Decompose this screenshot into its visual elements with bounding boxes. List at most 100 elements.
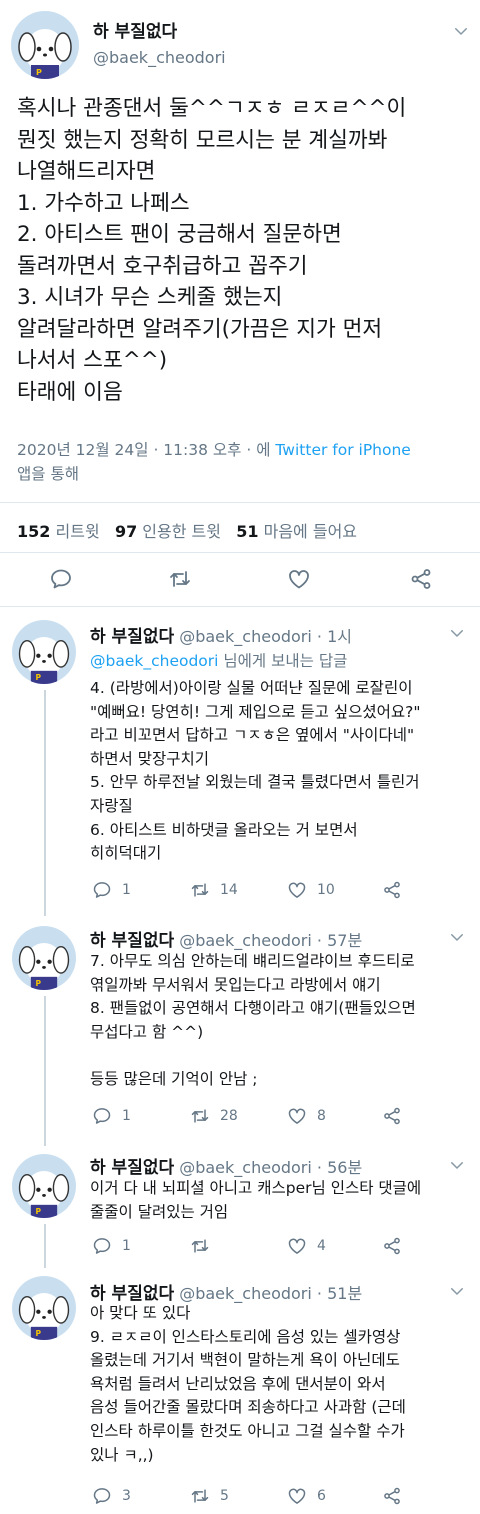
chevron-down-icon[interactable] — [448, 624, 466, 642]
svg-text:P: P — [36, 979, 42, 988]
share-button[interactable] — [382, 1236, 402, 1256]
reply-button[interactable] — [49, 567, 73, 591]
reply-text: 아 맞다 또 있다 9. ㄹㅈㄹ이 인스타스토리에 음성 있는 셀카영상 올렸는… — [90, 1302, 478, 1467]
reply-line: 9. ㄹㅈㄹ이 인스타스토리에 음성 있는 셀카영상 — [90, 1327, 401, 1346]
divider — [0, 502, 480, 503]
reply-header: 하 부질없다 @baek_cheodori · 1시 — [90, 622, 352, 647]
display-name[interactable]: 하 부질없다 — [93, 17, 177, 42]
share-button[interactable] — [382, 880, 402, 900]
via-suffix: 앱을 통해 — [17, 465, 79, 483]
heart-icon — [288, 882, 306, 898]
share-button[interactable] — [382, 1486, 402, 1506]
retweet-button[interactable] — [168, 567, 192, 591]
like-button[interactable]: 8 — [287, 1106, 326, 1126]
svg-text:P: P — [36, 1329, 42, 1338]
reply-line: 아 맞다 또 있다 — [90, 1304, 191, 1322]
reply-line: 이거 다 내 뇌피셜 아니고 캐스per님 인스타 댓글에 — [90, 1179, 422, 1197]
quotes-stat[interactable]: 97 인용한 트윗 — [115, 522, 221, 541]
retweets-stat[interactable]: 152 리트윗 — [17, 522, 100, 541]
retweet-button[interactable] — [190, 1236, 220, 1256]
reply-count: 1 — [122, 1108, 131, 1124]
tweet-line: 나서서 스포^^) — [17, 348, 168, 373]
reply-button[interactable]: 3 — [92, 1486, 131, 1506]
handle-time[interactable]: @baek_cheodori · 51분 — [179, 1284, 362, 1303]
display-name[interactable]: 하 부질없다 — [90, 627, 174, 647]
speech-bubble-icon — [93, 1238, 111, 1254]
reply-count: 3 — [122, 1488, 131, 1504]
share-icon — [411, 569, 431, 589]
reply-line: 욕처럼 들려서 난리났었음 후에 댄서분이 와서 — [90, 1374, 386, 1393]
avatar[interactable]: P — [12, 926, 76, 990]
handle[interactable]: @baek_cheodori — [93, 48, 226, 67]
like-button[interactable]: 4 — [287, 1236, 326, 1256]
reply-line: 히히덕대기 — [90, 844, 162, 863]
display-name[interactable]: 하 부질없다 — [90, 931, 174, 951]
likes-stat[interactable]: 51 마음에 들어요 — [236, 522, 357, 541]
handle-time[interactable]: @baek_cheodori · 1시 — [179, 627, 352, 646]
reply-line: 7. 아무도 의심 안하는데 뱨리드얼랴이브 후드티로 — [90, 952, 415, 970]
share-button[interactable] — [382, 1106, 402, 1126]
tweet-timestamp: 2020년 12월 24일 · 11:38 오후 · 에 Twitter for… — [17, 438, 467, 486]
via-link[interactable]: Twitter for iPhone — [275, 441, 410, 459]
reply-line: 올렸는데 거기서 백현이 말하는게 욕이 아닌데도 — [90, 1351, 400, 1370]
reply-line: 엮일까봐 무서워서 못입는다고 라방에서 얘기 — [90, 975, 381, 994]
retweet-count: 28 — [220, 1108, 238, 1124]
share-button[interactable] — [409, 567, 433, 591]
heart-icon — [288, 1108, 306, 1124]
reply-line: "예뻐요! 당연히! 그게 제입으로 듣고 싶으셨어요?" — [90, 702, 421, 721]
reply-line: 등등 많은데 기억이 안남 ; — [90, 1069, 258, 1088]
reply-button[interactable]: 1 — [92, 1236, 131, 1256]
reply-line: 인스타 하루이틀 한것도 아니고 그걸 실수할 수가 — [90, 1421, 405, 1440]
tweet-line: 알려달라하면 알려주기(가끔은 지가 먼저 — [17, 316, 383, 342]
retweet-button[interactable]: 14 — [190, 880, 238, 900]
chevron-down-icon[interactable] — [452, 22, 470, 40]
reply-count: 1 — [122, 1238, 131, 1254]
display-name[interactable]: 하 부질없다 — [90, 1284, 174, 1304]
heart-icon — [288, 1238, 306, 1254]
retweet-button[interactable]: 5 — [190, 1486, 229, 1506]
reply-button[interactable]: 1 — [92, 880, 131, 900]
svg-text:P: P — [36, 68, 42, 77]
speech-bubble-icon — [93, 1488, 111, 1504]
handle-time[interactable]: @baek_cheodori · 56분 — [179, 1158, 362, 1177]
like-button[interactable] — [287, 567, 311, 591]
tweet-line: 혹시나 관종댄서 둘^^ㄱㅈㅎ ㄹㅈㄹ^^이 — [17, 96, 407, 121]
avatar[interactable]: P — [12, 1276, 76, 1340]
reply-line: 음성 들어간줄 몰랐다며 죄송하다고 사과함 (근데 — [90, 1398, 406, 1417]
reply-to-suffix: 님에게 보내는 답글 — [223, 652, 348, 670]
retweet-count: 5 — [220, 1488, 229, 1504]
avatar[interactable]: P — [12, 620, 76, 684]
reply-button[interactable]: 1 — [92, 1106, 131, 1126]
display-name[interactable]: 하 부질없다 — [90, 1158, 174, 1178]
reply-line: 자랑질 — [90, 796, 133, 815]
reply-header: 하 부질없다 @baek_cheodori · 51분 — [90, 1279, 362, 1304]
thread-connector — [44, 690, 46, 916]
reply-line: 8. 팬들없이 공연해서 다행이라고 얘기(팬들있으면 — [90, 999, 416, 1018]
avatar[interactable]: P — [11, 11, 79, 79]
chevron-down-icon[interactable] — [448, 1156, 466, 1174]
chevron-down-icon[interactable] — [448, 1282, 466, 1300]
like-button[interactable]: 6 — [287, 1486, 326, 1506]
reply-line: 6. 아티스트 비하댓글 올라오는 거 보면서 — [90, 820, 358, 839]
engagement-stats: 152 리트윗 97 인용한 트윗 51 마음에 들어요 — [17, 518, 357, 542]
like-button[interactable]: 10 — [287, 880, 335, 900]
reply-line: 5. 안무 하루전날 외웠는데 결국 틀렸다면서 틀린거 — [90, 773, 420, 792]
reply-line: 있나 ㅋ,,) — [90, 1445, 154, 1464]
avatar[interactable]: P — [12, 1154, 76, 1218]
chevron-down-icon[interactable] — [448, 928, 466, 946]
timestamp-text[interactable]: 2020년 12월 24일 · 11:38 오후 · 에 — [17, 441, 270, 459]
like-count: 10 — [317, 882, 335, 898]
retweet-button[interactable]: 28 — [190, 1106, 238, 1126]
speech-bubble-icon — [51, 569, 71, 589]
like-count: 4 — [317, 1238, 326, 1254]
reply-text: 7. 아무도 의심 안하는데 뱨리드얼랴이브 후드티로 엮일까봐 무서워서 못입… — [90, 950, 478, 1092]
handle-time[interactable]: @baek_cheodori · 57분 — [179, 931, 362, 950]
reply-to-handle[interactable]: @baek_cheodori — [90, 652, 218, 670]
thread-connector — [44, 1224, 46, 1268]
speech-bubble-icon — [93, 1108, 111, 1124]
like-count: 6 — [317, 1488, 326, 1504]
retweet-count: 14 — [220, 882, 238, 898]
reply-line: 4. (라방에서)아이랑 실물 어떠냔 질문에 로잘린이 — [90, 679, 413, 697]
reply-header: 하 부질없다 @baek_cheodori · 56분 — [90, 1153, 362, 1178]
reply-count: 1 — [122, 882, 131, 898]
